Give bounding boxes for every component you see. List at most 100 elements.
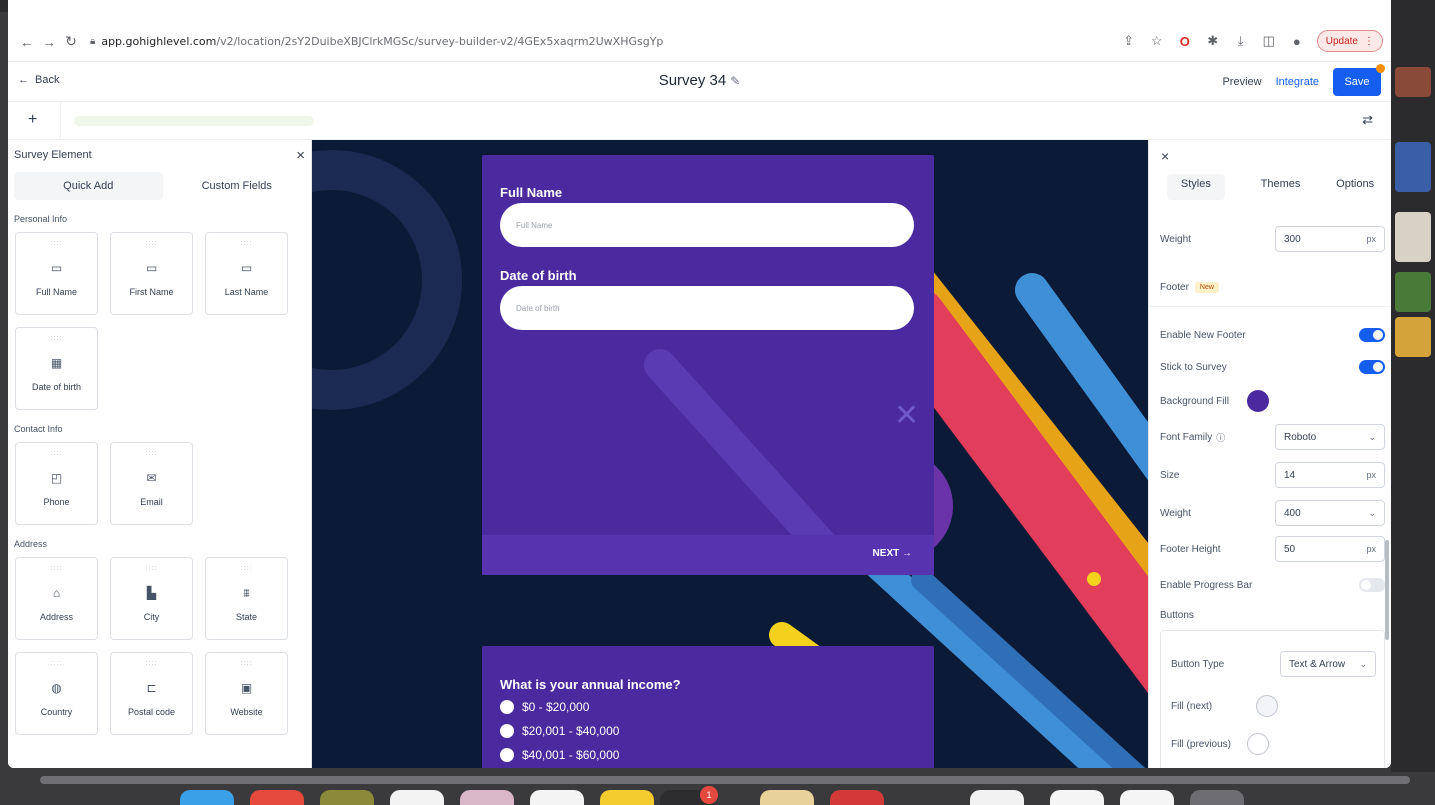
radio-button[interactable]: [500, 724, 514, 738]
background-app[interactable]: [1395, 212, 1431, 262]
radio-option[interactable]: $20,001 - $40,000: [500, 724, 619, 738]
dock-app-icon[interactable]: [970, 790, 1024, 805]
element-last-name[interactable]: :::: ▭ Last Name: [205, 232, 288, 315]
tab-styles[interactable]: Styles: [1166, 174, 1225, 200]
close-icon[interactable]: ×: [1161, 148, 1169, 164]
dock-app-icon[interactable]: [320, 790, 374, 805]
drag-handle-icon[interactable]: ::::: [51, 450, 63, 457]
drag-handle-icon[interactable]: ::::: [146, 565, 158, 572]
sidebar-icon[interactable]: ◫: [1261, 33, 1277, 49]
size-value: 14: [1284, 469, 1296, 481]
background-fill-swatch[interactable]: [1246, 390, 1269, 412]
element-state[interactable]: :::: ⩩ State: [205, 557, 288, 640]
drag-handle-icon[interactable]: ::::: [146, 660, 158, 667]
footer-height-input[interactable]: 50 px: [1275, 536, 1385, 562]
reload-icon[interactable]: ↻: [60, 33, 82, 50]
background-app[interactable]: [1395, 142, 1431, 192]
opera-icon[interactable]: O: [1177, 34, 1193, 49]
dock-app-icon[interactable]: [390, 790, 444, 805]
forward-arrow-icon[interactable]: →: [38, 34, 60, 50]
element-full-name[interactable]: :::: ▭ Full Name: [15, 232, 98, 315]
element-first-name[interactable]: :::: ▭ First Name: [110, 232, 193, 315]
fill-next-swatch[interactable]: [1256, 695, 1279, 717]
element-date-of-birth[interactable]: :::: ▦ Date of birth: [15, 327, 98, 410]
drag-handle-icon[interactable]: ::::: [51, 660, 63, 667]
enable-new-footer-toggle[interactable]: [1359, 328, 1385, 342]
tab-themes[interactable]: Themes: [1261, 174, 1301, 200]
drag-handle-icon[interactable]: ::::: [241, 660, 253, 667]
tab-quick-add[interactable]: Quick Add: [14, 172, 163, 200]
url-field[interactable]: 🔒︎ app.gohighlevel.com/v2/location/2sY2D…: [90, 35, 663, 48]
drag-handle-icon[interactable]: ::::: [146, 450, 158, 457]
radio-button[interactable]: [500, 748, 514, 762]
plus-icon[interactable]: +: [28, 111, 37, 129]
radio-option[interactable]: $0 - $20,000: [500, 700, 589, 714]
extensions-icon[interactable]: ✱: [1205, 33, 1221, 49]
fill-previous-swatch[interactable]: [1247, 733, 1270, 755]
element-email[interactable]: :::: ✉ Email: [110, 442, 193, 525]
back-arrow-icon[interactable]: ←: [16, 34, 38, 50]
element-phone[interactable]: :::: ◰ Phone: [15, 442, 98, 525]
weight-input[interactable]: 300 px: [1275, 226, 1385, 252]
size-input[interactable]: 14 px: [1275, 462, 1385, 488]
drag-handle-icon[interactable]: ::::: [51, 335, 63, 342]
close-icon[interactable]: ×: [296, 147, 305, 164]
pencil-icon[interactable]: ✎: [730, 74, 740, 88]
stick-to-survey-toggle[interactable]: [1359, 360, 1385, 374]
star-icon[interactable]: ☆: [1149, 33, 1165, 49]
font-family-select[interactable]: Roboto ⌄: [1275, 424, 1385, 450]
dock-app-icon[interactable]: [600, 790, 654, 805]
dock-app-icon[interactable]: [530, 790, 584, 805]
address-bar: ← → ↻ 🔒︎ app.gohighlevel.com/v2/location…: [8, 22, 1391, 62]
mailbox-icon: ⊏: [146, 681, 157, 695]
weight2-select[interactable]: 400 ⌄: [1275, 500, 1385, 526]
background-app[interactable]: [1395, 317, 1431, 357]
element-label: Country: [40, 707, 73, 717]
info-icon[interactable]: ⓘ: [1216, 431, 1225, 444]
element-city[interactable]: :::: ▙ City: [110, 557, 193, 640]
element-country[interactable]: :::: ◍ Country: [15, 652, 98, 735]
drag-handle-icon[interactable]: ::::: [241, 565, 253, 572]
dock-app-icon[interactable]: [180, 790, 234, 805]
profile-icon[interactable]: ●: [1289, 34, 1305, 49]
scrollbar[interactable]: [1385, 540, 1389, 640]
enable-progress-bar-toggle[interactable]: [1359, 578, 1385, 592]
dock-app-icon[interactable]: [830, 790, 884, 805]
element-address[interactable]: :::: ⌂ Address: [15, 557, 98, 640]
dock-app-icon[interactable]: [250, 790, 304, 805]
dock-app-icon[interactable]: [460, 790, 514, 805]
drag-handle-icon[interactable]: ::::: [241, 240, 253, 247]
radio-button[interactable]: [500, 700, 514, 714]
drag-handle-icon[interactable]: ::::: [146, 240, 158, 247]
button-type-select[interactable]: Text & Arrow ⌄: [1280, 651, 1376, 677]
integrate-button[interactable]: Integrate: [1276, 76, 1319, 88]
drag-handle-icon[interactable]: ::::: [51, 565, 63, 572]
radio-option[interactable]: $40,001 - $60,000: [500, 748, 619, 762]
toolbar-placeholder: [74, 116, 314, 126]
tab-custom-fields[interactable]: Custom Fields: [163, 172, 312, 200]
dock-app-icon[interactable]: [1190, 790, 1244, 805]
element-postal-code[interactable]: :::: ⊏ Postal code: [110, 652, 193, 735]
survey-page-card[interactable]: ✕ Full Name Full Name Date of birth Date…: [482, 155, 934, 575]
next-button[interactable]: NEXT →: [873, 548, 912, 559]
dock-app-icon[interactable]: [1120, 790, 1174, 805]
element-website[interactable]: :::: ▣ Website: [205, 652, 288, 735]
swap-icon[interactable]: ⇄: [1362, 112, 1373, 128]
survey-page-card[interactable]: What is your annual income? $0 - $20,000…: [482, 646, 934, 768]
preview-button[interactable]: Preview: [1222, 76, 1261, 88]
download-icon[interactable]: ⤓: [1233, 33, 1249, 49]
dock-app-icon[interactable]: [900, 790, 954, 805]
save-button[interactable]: Save: [1333, 64, 1385, 96]
tab-options[interactable]: Options: [1336, 174, 1374, 200]
dock-app-icon[interactable]: [1050, 790, 1104, 805]
update-button[interactable]: Update ⋮: [1316, 30, 1383, 52]
dock-app-icon[interactable]: [760, 790, 814, 805]
full-name-input[interactable]: Full Name: [500, 203, 914, 247]
footer-height-row: Footer Height 50 px: [1160, 536, 1385, 562]
background-app[interactable]: [1395, 272, 1431, 312]
share-icon[interactable]: ⇪: [1121, 33, 1137, 49]
date-of-birth-input[interactable]: Date of birth: [500, 286, 914, 330]
background-app[interactable]: [1395, 67, 1431, 97]
survey-canvas[interactable]: ✕ Full Name Full Name Date of birth Date…: [312, 140, 1148, 768]
drag-handle-icon[interactable]: ::::: [51, 240, 63, 247]
